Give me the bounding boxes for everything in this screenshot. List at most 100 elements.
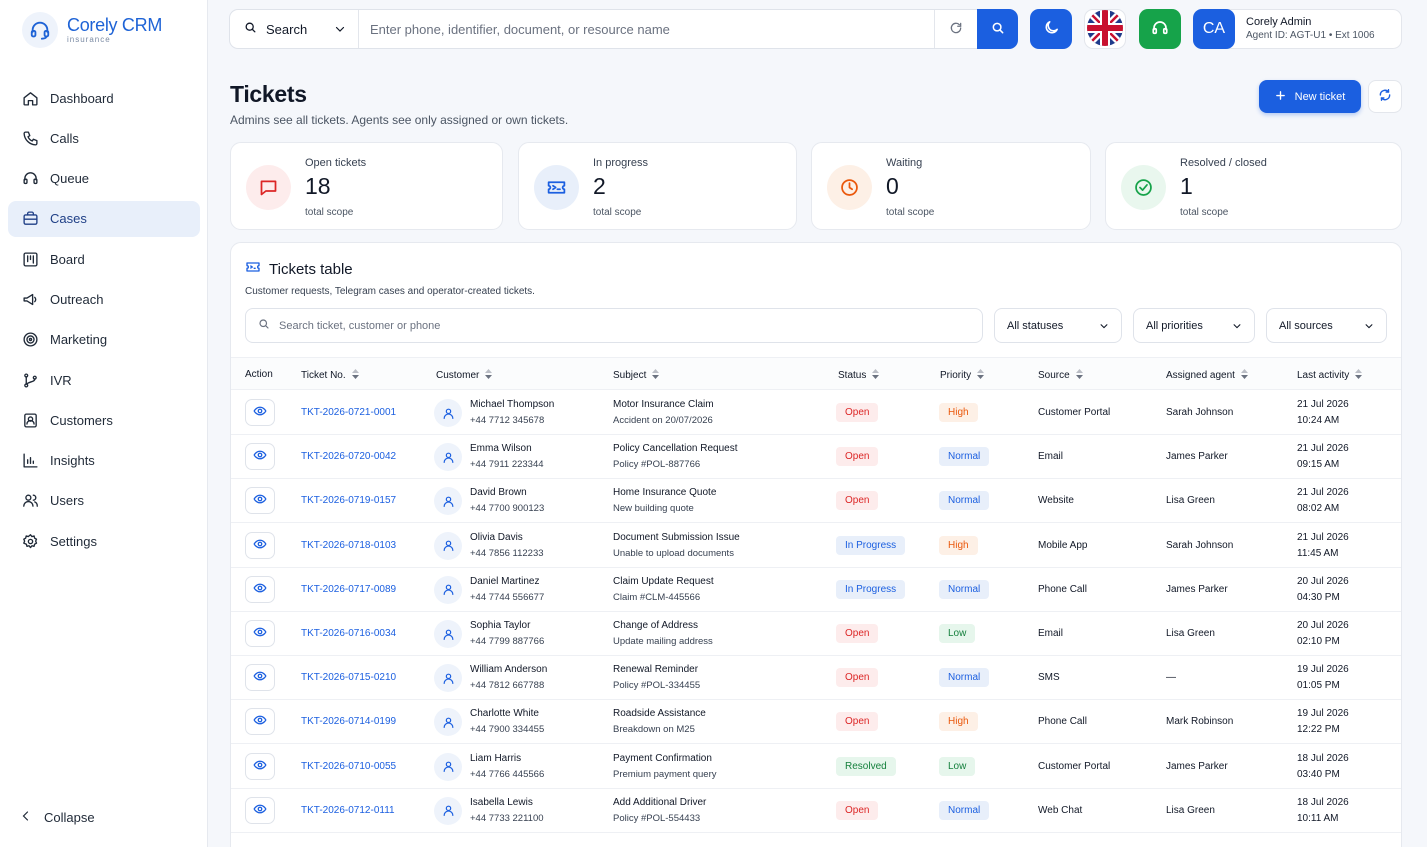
sidebar-item-label: Queue	[50, 171, 90, 187]
column-header-customer[interactable]: Customer	[436, 369, 493, 382]
ticket-number-link[interactable]: TKT-2026-0719-0157	[301, 495, 396, 506]
column-header-last-activity[interactable]: Last activity	[1297, 369, 1363, 382]
sidebar-item-dashboard[interactable]: Dashboard	[8, 80, 200, 116]
view-ticket-button[interactable]	[245, 708, 275, 736]
ticket-detail: Unable to upload documents	[613, 547, 734, 559]
priority-filter[interactable]: All priorities	[1133, 308, 1255, 343]
table-row[interactable]: TKT-2026-0714-0199 Charlotte White +44 7…	[231, 700, 1401, 745]
table-row[interactable]: TKT-2026-0717-0089 Daniel Martinez +44 7…	[231, 568, 1401, 612]
ticket-number-link[interactable]: TKT-2026-0721-0001	[301, 407, 396, 418]
ticket-number-link[interactable]: TKT-2026-0716-0034	[301, 628, 396, 639]
sidebar-item-customers[interactable]: Customers	[8, 402, 200, 438]
customer-avatar-icon	[434, 531, 462, 560]
table-search-input[interactable]	[279, 319, 982, 332]
sidebar-item-calls[interactable]: Calls	[8, 120, 200, 156]
status-badge: Open	[836, 447, 879, 467]
source-filter[interactable]: All sources	[1266, 308, 1387, 343]
customer-phone: +44 7900 334455	[470, 724, 545, 736]
table-row[interactable]: TKT-2026-0716-0034 Sophia Taylor +44 779…	[231, 612, 1401, 656]
user-menu[interactable]: CA Corely Admin Agent ID: AGT-U1 • Ext 1…	[1193, 9, 1402, 49]
search-icon	[991, 21, 1005, 38]
collapse-button[interactable]: Collapse	[20, 810, 95, 825]
stat-value: 1	[1180, 173, 1193, 199]
softphone-button[interactable]	[1139, 9, 1181, 49]
table-title: Tickets table	[269, 260, 353, 278]
view-ticket-button[interactable]	[245, 664, 275, 692]
customer-name: Charlotte White	[470, 708, 539, 720]
priority-badge: Normal	[939, 491, 990, 511]
view-ticket-button[interactable]	[245, 399, 275, 426]
ticket-number-link[interactable]: TKT-2026-0715-0210	[301, 672, 396, 683]
column-header-status[interactable]: Status	[838, 369, 880, 382]
table-header: Action Ticket No. Customer Subject Status Pri…	[231, 357, 1401, 390]
assigned-agent: Lisa Green	[1166, 495, 1215, 507]
ticket-number-link[interactable]: TKT-2026-0710-0055	[301, 761, 396, 772]
assigned-agent: Sarah Johnson	[1166, 539, 1234, 551]
view-ticket-button[interactable]	[245, 796, 275, 824]
sidebar-item-settings[interactable]: Settings	[8, 523, 200, 559]
ticket-number-link[interactable]: TKT-2026-0718-0103	[301, 540, 396, 551]
column-header-assigned-agent[interactable]: Assigned agent	[1166, 369, 1248, 382]
column-header-ticket-no[interactable]: Ticket No.	[301, 369, 359, 382]
stat-card-open-tickets[interactable]: Open tickets 18 total scope	[230, 142, 503, 230]
clear-search-button[interactable]	[934, 10, 976, 48]
source-filter-value: All sources	[1279, 319, 1333, 332]
stat-card-in-progress[interactable]: In progress 2 total scope	[518, 142, 797, 230]
sidebar-item-users[interactable]: Users	[8, 483, 200, 519]
sidebar-item-insights[interactable]: Insights	[8, 443, 200, 479]
ticket-source: Customer Portal	[1038, 407, 1111, 418]
table-row[interactable]: TKT-2026-0721-0001 Michael Thompson +44 …	[231, 391, 1401, 435]
customer-name: Sophia Taylor	[470, 620, 531, 631]
reload-button[interactable]	[1368, 80, 1402, 113]
table-row[interactable]: TKT-2026-0720-0042 Emma Wilson +44 7911 …	[231, 435, 1401, 480]
table-row[interactable]: TKT-2026-0710-0055 Liam Harris +44 7766 …	[231, 745, 1401, 789]
brand-logo[interactable]: Corely CRM insurance	[22, 12, 162, 48]
search-type-select[interactable]: Search	[230, 10, 359, 48]
clock-icon	[827, 165, 872, 210]
table-row[interactable]: TKT-2026-0719-0157 David Brown +44 7700 …	[231, 479, 1401, 524]
stat-card-resolved-closed[interactable]: Resolved / closed 1 total scope	[1105, 142, 1402, 230]
sidebar-item-queue[interactable]: Queue	[8, 161, 200, 197]
language-button[interactable]	[1084, 9, 1126, 49]
view-ticket-button[interactable]	[245, 752, 275, 780]
table-row[interactable]: TKT-2026-0715-0210 William Anderson +44 …	[231, 656, 1401, 701]
status-badge: Resolved	[836, 756, 896, 776]
stat-label: Resolved / closed	[1180, 157, 1267, 169]
ticket-detail: Update mailing address	[613, 636, 713, 647]
search-submit-button[interactable]	[977, 9, 1018, 49]
new-ticket-button[interactable]: New ticket	[1259, 80, 1361, 113]
sidebar-item-board[interactable]: Board	[8, 241, 200, 277]
customer-name: David Brown	[470, 487, 527, 499]
last-activity-date: 19 Jul 2026	[1297, 708, 1349, 720]
sidebar-item-marketing[interactable]: Marketing	[8, 322, 200, 358]
stat-card-waiting[interactable]: Waiting 0 total scope	[811, 142, 1091, 230]
stat-label: In progress	[593, 157, 649, 169]
sidebar-item-outreach[interactable]: Outreach	[8, 281, 200, 317]
customer-avatar-icon	[434, 487, 462, 516]
table-row[interactable]: TKT-2026-0712-0111 Isabella Lewis +44 77…	[231, 789, 1401, 833]
dark-mode-toggle[interactable]	[1030, 9, 1072, 49]
column-header-subject[interactable]: Subject	[613, 369, 660, 382]
search-icon	[244, 21, 257, 37]
view-ticket-button[interactable]	[245, 443, 275, 471]
sidebar-item-label: Calls	[50, 130, 79, 146]
ticket-number-link[interactable]: TKT-2026-0712-0111	[301, 805, 395, 816]
ticket-source: Website	[1038, 495, 1074, 507]
customer-avatar-icon	[434, 796, 462, 825]
status-filter[interactable]: All statuses	[994, 308, 1122, 343]
table-row[interactable]: TKT-2026-0718-0103 Olivia Davis +44 7856…	[231, 524, 1401, 568]
global-search-input[interactable]	[359, 10, 934, 48]
users-icon	[21, 492, 39, 510]
column-header-priority[interactable]: Priority	[940, 369, 985, 382]
sidebar-item-ivr[interactable]: IVR	[8, 362, 200, 398]
ticket-number-link[interactable]: TKT-2026-0714-0199	[301, 716, 396, 727]
sidebar-item-cases[interactable]: Cases	[8, 200, 200, 237]
column-header-source[interactable]: Source	[1038, 369, 1083, 382]
view-ticket-button[interactable]	[245, 531, 275, 559]
view-ticket-button[interactable]	[245, 620, 275, 647]
view-ticket-button[interactable]	[245, 575, 275, 603]
view-ticket-button[interactable]	[245, 487, 275, 515]
customer-phone: +44 7733 221100	[470, 812, 544, 824]
ticket-number-link[interactable]: TKT-2026-0720-0042	[301, 451, 396, 462]
ticket-number-link[interactable]: TKT-2026-0717-0089	[301, 584, 396, 595]
